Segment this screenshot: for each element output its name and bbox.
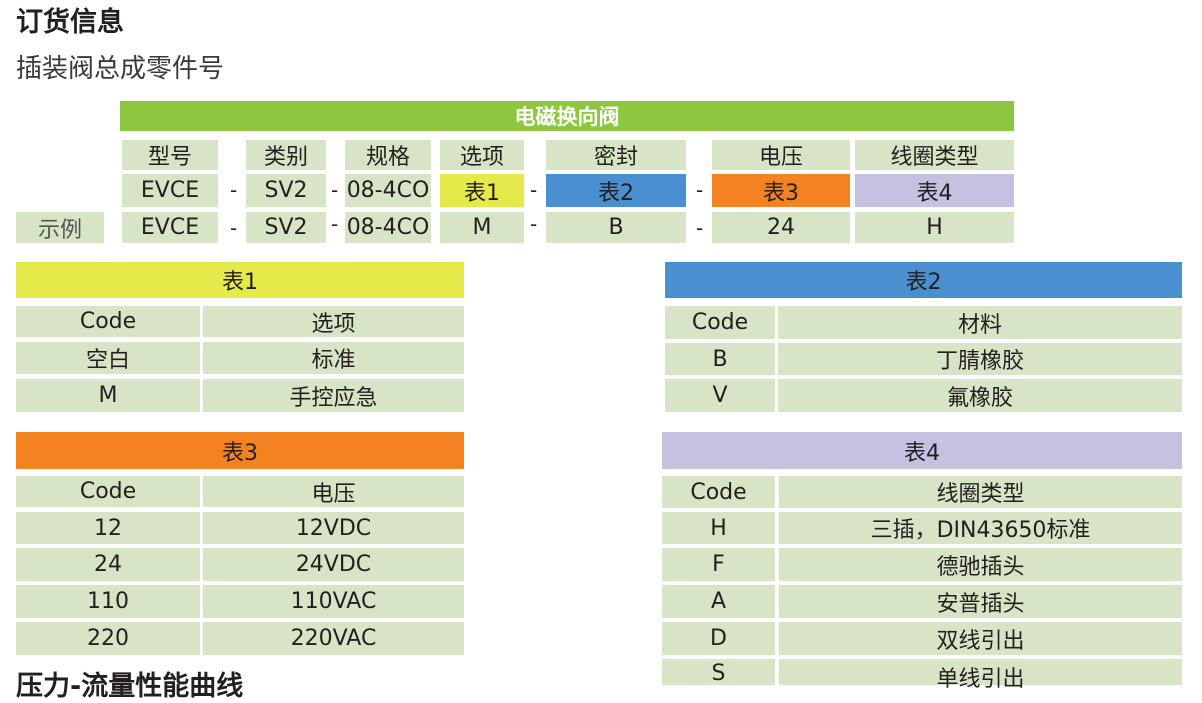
table1-cell-code: 空白 (16, 342, 200, 374)
table2-cell-material: 氟橡胶 (778, 379, 1182, 412)
code-category: SV2 (246, 174, 326, 207)
table4-cell-coil-type: 安普插头 (779, 585, 1182, 618)
table4-cell-code: H (662, 512, 775, 544)
page-title: 订货信息 (16, 7, 124, 38)
col-header-voltage: 电压 (712, 140, 850, 170)
table3-cell-voltage: 24VDC (203, 548, 464, 581)
table1-cell-option: 手控应急 (203, 379, 464, 412)
table3-header-code: Code (16, 476, 200, 507)
col-header-model: 型号 (122, 140, 218, 170)
table4-cell-coil-type: 三插，DIN43650标准 (779, 512, 1182, 544)
col-header-option: 选项 (440, 140, 524, 170)
table3-cell-code: 110 (16, 585, 200, 618)
separator: - (530, 178, 538, 202)
table2-cell-code: V (665, 379, 775, 412)
col-header-coil-type: 线圈类型 (855, 140, 1014, 170)
table3-header-voltage: 电压 (203, 476, 464, 507)
col-header-spec: 规格 (345, 140, 431, 170)
table3-cell-code: 220 (16, 622, 200, 655)
example-seal: B (546, 212, 686, 243)
table1-cell-option: 标准 (203, 342, 464, 374)
separator: - (331, 212, 339, 236)
table2-cell-code: B (665, 343, 775, 375)
col-header-category: 类别 (246, 140, 326, 170)
table2-header-code: Code (665, 306, 775, 339)
table2-header-material: 材料 (778, 306, 1182, 339)
separator: - (530, 212, 538, 236)
table1-cell-code: M (16, 379, 200, 412)
table4-cell-coil-type: 单线引出 (779, 659, 1182, 692)
section-title-pressure-flow: 压力-流量性能曲线 (16, 671, 244, 702)
example-label: 示例 (16, 212, 104, 243)
table4-cell-coil-type: 双线引出 (779, 622, 1182, 655)
code-seal-table2: 表2 (546, 174, 686, 207)
table3-cell-voltage: 12VDC (203, 512, 464, 544)
example-option: M (440, 212, 524, 243)
page-subtitle: 插装阀总成零件号 (16, 54, 225, 84)
table3-title: 表3 (16, 432, 464, 469)
table1-header-code: Code (16, 306, 200, 337)
table3-cell-code: 12 (16, 512, 200, 544)
table4-header-code: Code (662, 476, 775, 508)
table4-cell-code: S (662, 659, 775, 686)
table2-title: 表2 (665, 262, 1182, 298)
table4-title: 表4 (662, 432, 1182, 469)
table1-title: 表1 (16, 262, 464, 298)
code-voltage-table3: 表3 (712, 174, 850, 207)
table2-cell-material: 丁腈橡胶 (778, 343, 1182, 375)
table4-header-coil-type: 线圈类型 (779, 476, 1182, 508)
separator: - (331, 178, 339, 202)
table4-cell-coil-type: 德驰插头 (779, 548, 1182, 581)
separator: - (696, 178, 704, 202)
example-model: EVCE (122, 212, 218, 243)
model-table-header: 电磁换向阀 (120, 101, 1014, 131)
separator: - (230, 216, 238, 240)
example-spec: 08-4CO (345, 212, 431, 243)
table3-cell-voltage: 110VAC (203, 585, 464, 618)
code-model: EVCE (122, 174, 218, 207)
example-category: SV2 (246, 212, 326, 243)
table3-cell-voltage: 220VAC (203, 622, 464, 655)
code-spec: 08-4CO (345, 174, 431, 207)
example-voltage: 24 (712, 212, 850, 243)
table4-cell-code: A (662, 585, 775, 618)
table3-cell-code: 24 (16, 548, 200, 581)
code-coil-table4: 表4 (855, 174, 1014, 207)
separator: - (696, 216, 704, 240)
col-header-seal: 密封 (546, 140, 686, 170)
table4-cell-code: F (662, 548, 775, 581)
example-coil: H (855, 212, 1014, 243)
code-option-table1: 表1 (440, 174, 524, 207)
table1-header-option: 选项 (203, 306, 464, 337)
separator: - (230, 178, 238, 202)
table4-cell-code: D (662, 622, 775, 655)
